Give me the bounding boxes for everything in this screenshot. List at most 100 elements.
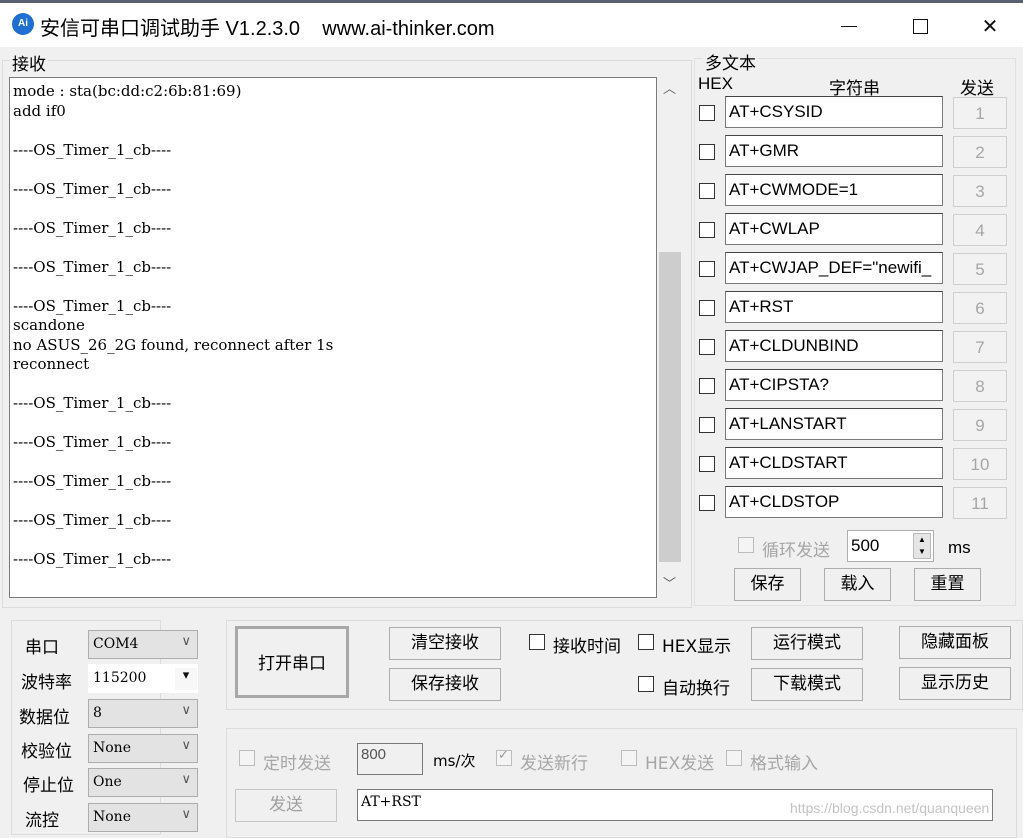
save-multi-button[interactable]: 保存 xyxy=(734,568,801,601)
row-command-input[interactable]: AT+CWJAP_DEF="newifi_ xyxy=(725,252,943,284)
row-command-input[interactable]: AT+CIPSTA? xyxy=(725,369,943,401)
reset-multi-button[interactable]: 重置 xyxy=(914,568,981,601)
row-hex-checkbox[interactable] xyxy=(699,183,715,199)
stopbits-select[interactable]: One ∨ xyxy=(88,768,198,797)
row-send-button[interactable]: 7 xyxy=(953,331,1007,363)
timer-unit-label: ms/次 xyxy=(433,752,476,770)
send-button[interactable]: 发送 xyxy=(235,789,337,822)
hex-display-label: HEX显示 xyxy=(662,637,732,657)
minimize-icon xyxy=(841,25,857,27)
row-hex-checkbox[interactable] xyxy=(699,222,715,238)
port-select[interactable]: COM4 ∨ xyxy=(88,630,198,659)
watermark: https://blog.csdn.net/quanqueen xyxy=(790,800,990,816)
row-command-input[interactable]: AT+CWLAP xyxy=(725,213,943,245)
maximize-icon xyxy=(912,18,928,34)
row-send-button[interactable]: 2 xyxy=(953,136,1007,168)
row-send-button[interactable]: 9 xyxy=(953,409,1007,441)
hex-send-checkbox[interactable] xyxy=(621,750,637,766)
multi-text-row: AT+RST 6 xyxy=(698,291,1018,325)
multi-text-row: AT+CIPSTA? 8 xyxy=(698,369,1018,403)
loop-interval-value: 500 xyxy=(851,536,880,555)
row-send-button[interactable]: 1 xyxy=(953,97,1007,129)
send-newline-checkbox[interactable] xyxy=(496,748,512,766)
receive-scrollbar[interactable]: ︿ ﹀ xyxy=(657,77,682,598)
format-input-checkbox[interactable] xyxy=(726,750,742,766)
minimize-button[interactable] xyxy=(826,6,872,46)
multi-text-row: AT+CWLAP 4 xyxy=(698,213,1018,247)
baud-select[interactable]: 115200 ▾ xyxy=(88,664,198,693)
row-send-button[interactable]: 3 xyxy=(953,175,1007,207)
row-hex-checkbox[interactable] xyxy=(699,105,715,121)
row-hex-checkbox[interactable] xyxy=(699,144,715,160)
receive-time-checkbox[interactable] xyxy=(529,634,545,650)
row-command-input[interactable]: AT+CLDUNBIND xyxy=(725,330,943,362)
multi-text-row: AT+GMR 2 xyxy=(698,135,1018,169)
run-mode-button[interactable]: 运行模式 xyxy=(751,627,863,660)
send-group xyxy=(226,728,1017,838)
loop-send-checkbox[interactable] xyxy=(738,537,754,553)
hex-column-header: HEX xyxy=(698,74,733,93)
clear-receive-button[interactable]: 清空接收 xyxy=(389,627,501,660)
open-port-button[interactable]: 打开串口 xyxy=(235,626,349,698)
maximize-button[interactable] xyxy=(897,6,943,46)
loop-unit-label: ms xyxy=(948,538,971,557)
dropdown-arrow-icon[interactable]: ▾ xyxy=(175,668,197,690)
row-command-input[interactable]: AT+CSYSID xyxy=(725,96,943,128)
parity-select[interactable]: None ∨ xyxy=(88,734,198,763)
download-mode-button[interactable]: 下载模式 xyxy=(751,668,863,701)
row-hex-checkbox[interactable] xyxy=(699,339,715,355)
save-receive-button[interactable]: 保存接收 xyxy=(389,668,501,701)
send-text-value: AT+RST xyxy=(361,794,421,810)
row-hex-checkbox[interactable] xyxy=(699,495,715,511)
timed-send-label: 定时发送 xyxy=(263,754,331,774)
title-bar: Ai 安信可串口调试助手 V1.2.3.0 www.ai-thinker.com… xyxy=(0,3,1023,47)
timer-interval-value: 800 xyxy=(361,746,387,763)
row-command-input[interactable]: AT+CLDSTART xyxy=(725,447,943,479)
row-send-button[interactable]: 8 xyxy=(953,370,1007,402)
timer-interval-input[interactable]: 800 xyxy=(357,743,423,775)
row-command-input[interactable]: AT+CWMODE=1 xyxy=(725,174,943,206)
databits-select[interactable]: 8 ∨ xyxy=(88,699,198,728)
row-hex-checkbox[interactable] xyxy=(699,456,715,472)
flow-select[interactable]: None ∨ xyxy=(88,803,198,832)
hex-display-checkbox[interactable] xyxy=(638,634,654,650)
row-send-button[interactable]: 4 xyxy=(953,214,1007,246)
chevron-down-icon: ∨ xyxy=(181,807,191,822)
multi-text-row: AT+CLDUNBIND 7 xyxy=(698,330,1018,364)
databits-label: 数据位 xyxy=(19,708,70,728)
row-command-input[interactable]: AT+GMR xyxy=(725,135,943,167)
close-button[interactable]: ✕ xyxy=(967,6,1013,46)
auto-wrap-checkbox[interactable] xyxy=(638,676,654,692)
chevron-down-icon: ∨ xyxy=(181,634,191,649)
receive-textarea[interactable]: mode : sta(bc:dd:c2:6b:81:69) add if0 --… xyxy=(9,77,657,598)
auto-wrap-label: 自动换行 xyxy=(662,679,730,699)
row-send-button[interactable]: 10 xyxy=(953,448,1007,480)
timed-send-checkbox[interactable] xyxy=(239,750,255,766)
flow-label: 流控 xyxy=(25,811,59,831)
loop-interval-spinbox[interactable]: 500 ▲ ▼ xyxy=(847,530,934,562)
row-send-button[interactable]: 11 xyxy=(953,487,1007,519)
row-command-input[interactable]: AT+LANSTART xyxy=(725,408,943,440)
row-command-input[interactable]: AT+RST xyxy=(725,291,943,323)
spin-updown-icon[interactable]: ▲ ▼ xyxy=(913,533,931,559)
app-logo-icon: Ai xyxy=(12,13,34,35)
row-send-button[interactable]: 5 xyxy=(953,253,1007,285)
row-hex-checkbox[interactable] xyxy=(699,261,715,277)
row-command-input[interactable]: AT+CLDSTOP xyxy=(725,486,943,518)
receive-text: mode : sta(bc:dd:c2:6b:81:69) add if0 --… xyxy=(13,82,334,568)
hide-panel-button[interactable]: 隐藏面板 xyxy=(899,626,1011,659)
load-multi-button[interactable]: 载入 xyxy=(824,568,891,601)
show-history-button[interactable]: 显示历史 xyxy=(899,667,1011,700)
multi-text-row: AT+CLDSTART 10 xyxy=(698,447,1018,481)
row-hex-checkbox[interactable] xyxy=(699,417,715,433)
scroll-up-icon[interactable]: ︿ xyxy=(657,77,682,103)
row-send-button[interactable]: 6 xyxy=(953,292,1007,324)
row-hex-checkbox[interactable] xyxy=(699,300,715,316)
chevron-down-icon: ∨ xyxy=(181,703,191,718)
loop-send-label: 循环发送 xyxy=(762,541,830,561)
receive-group-label: 接收 xyxy=(10,50,48,75)
scroll-down-icon[interactable]: ﹀ xyxy=(657,572,682,598)
row-hex-checkbox[interactable] xyxy=(699,378,715,394)
multi-text-row: AT+CWJAP_DEF="newifi_ 5 xyxy=(698,252,1018,286)
scroll-thumb[interactable] xyxy=(659,252,681,562)
